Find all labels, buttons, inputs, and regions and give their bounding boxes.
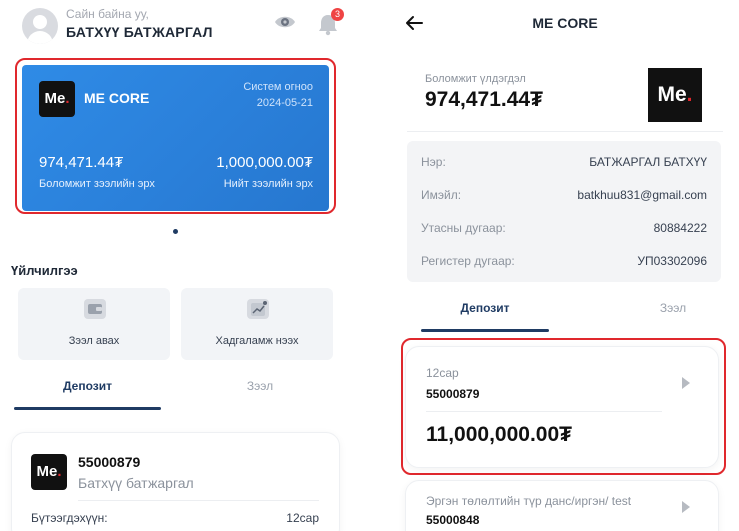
deposit-period: 12сар (426, 366, 459, 380)
savings-service-label: Хадгаламж нээх (215, 335, 299, 347)
deposit-card[interactable]: Me. 55000879 Батхүү батжаргал Бүтээгдэхү… (11, 432, 340, 531)
divider (78, 500, 319, 501)
deposit-account-number: 55000879 (78, 454, 141, 470)
loan-card[interactable]: Me. ME CORE Систем огноо 2024-05-21 974,… (22, 65, 329, 211)
info-row-name: Нэр: БАТЖАРГАЛ БАТХҮҮ (421, 155, 707, 169)
tab-bar: Депозит Зээл (421, 298, 721, 333)
tab-bar: Депозит Зээл (14, 376, 334, 410)
avatar[interactable] (22, 8, 58, 44)
system-date-label: Систем огноо (243, 81, 313, 93)
available-balance-label: Боломжит үлдэгдэл (425, 73, 526, 85)
available-balance-amount: 974,471.44₮ (425, 88, 543, 111)
available-label: Боломжит зээлийн эрх (39, 178, 155, 190)
deposit-item[interactable]: 12сар 55000879 11,000,000.00₮ (405, 346, 719, 468)
info-row-register: Регистер дугаар: УП03302096 (421, 254, 707, 268)
username: БАТХҮҮ БАТЖАРГАЛ (66, 24, 213, 40)
loan-service-button[interactable]: Зээл авах (18, 288, 170, 360)
deposit-owner-name: Батхүү батжаргал (78, 475, 194, 491)
notification-badge: 3 (331, 8, 344, 21)
tab-deposit[interactable]: Депозит (421, 298, 549, 332)
tab-loan[interactable]: Зээл (186, 376, 334, 410)
detail-screen: ME CORE Боломжит үлдэгдэл 974,471.44₮ Me… (391, 0, 739, 531)
savings-service-button[interactable]: Хадгаламж нээх (181, 288, 333, 360)
me-logo: Me. (648, 68, 702, 122)
available-amount: 974,471.44₮ (39, 154, 124, 171)
total-amount: 1,000,000.00₮ (216, 154, 313, 171)
services-title: Үйлчилгээ (11, 263, 78, 278)
wallet-icon (84, 299, 106, 319)
pager-dot[interactable] (173, 229, 178, 234)
card-title: ME CORE (84, 90, 150, 106)
deposit-amount: 11,000,000.00₮ (426, 423, 572, 446)
deposit-period: Эргэн төлөлтийн түр данс/иргэн/ test (426, 494, 632, 508)
chevron-right-icon[interactable] (682, 377, 690, 389)
eye-icon[interactable] (274, 14, 296, 30)
divider (407, 131, 723, 132)
tab-loan[interactable]: Зээл (609, 298, 737, 332)
deposit-item[interactable]: Эргэн төлөлтийн түр данс/иргэн/ test 550… (405, 480, 719, 531)
tab-deposit[interactable]: Депозит (14, 376, 161, 410)
page-title: ME CORE (532, 15, 598, 31)
product-label: Бүтээгдэхүүн: (31, 511, 108, 525)
info-row-phone: Утасны дугаар: 80884222 (421, 221, 707, 235)
chevron-right-icon[interactable] (682, 501, 690, 513)
system-date: 2024-05-21 (256, 97, 313, 109)
deposit-account-number: 55000848 (426, 513, 480, 527)
home-screen: Сайн байна уу, БАТХҮҮ БАТЖАРГАЛ 3 Me. ME… (0, 0, 352, 531)
me-logo: Me. (31, 454, 67, 490)
divider (426, 411, 662, 412)
info-row-email: Имэйл: batkhuu831@gmail.com (421, 188, 707, 202)
customer-info: Нэр: БАТЖАРГАЛ БАТХҮҮ Имэйл: batkhuu831@… (407, 141, 721, 282)
deposit-account-number: 55000879 (426, 387, 480, 401)
loan-service-label: Зээл авах (68, 335, 120, 347)
total-label: Нийт зээлийн эрх (223, 178, 313, 190)
greeting-text: Сайн байна уу, (66, 7, 149, 21)
me-logo: Me. (39, 81, 75, 117)
chart-icon (247, 299, 269, 319)
product-value: 12сар (286, 511, 319, 525)
